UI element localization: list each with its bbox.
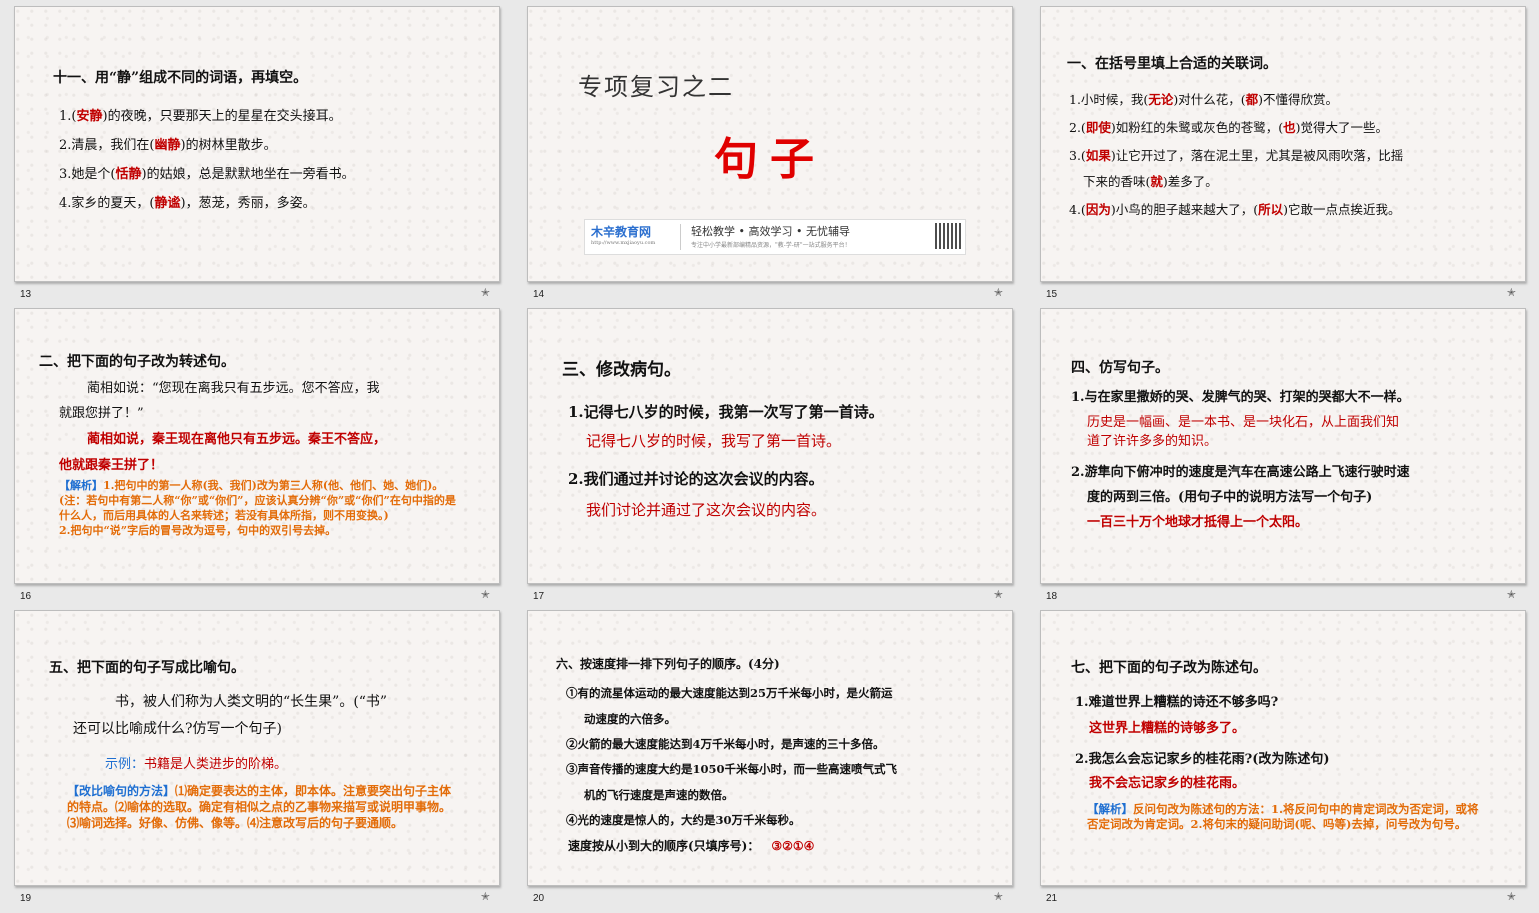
question-line: 2.我们通过并讨论的这次会议的内容。 bbox=[568, 470, 824, 488]
qr-code-icon bbox=[935, 223, 961, 249]
answer-line: 我不会忘记家乡的桂花雨。 bbox=[1089, 776, 1246, 791]
transition-star-icon: ✭ bbox=[1506, 890, 1516, 903]
sentence-line: ②火箭的最大速度能达到4万千米每小时，是声速的三十多倍。 bbox=[566, 737, 885, 751]
slide-thumb-16[interactable]: 二、把下面的句子改为转述句。 蔺相如说：“您现在离我只有五步远。您不答应，我 就… bbox=[14, 308, 500, 602]
question-line: 就跟您拼了！” bbox=[59, 406, 144, 421]
question-line: 1.小时候，我(无论)对什么花，(都)不懂得欣赏。 bbox=[1069, 92, 1338, 107]
question-line: 2.游隼向下俯冲时的速度是汽车在高速公路上飞速行驶时速 bbox=[1071, 465, 1410, 480]
slide-title: 六、按速度排一排下列句子的顺序。(4分) bbox=[556, 657, 780, 671]
slide-canvas[interactable]: 十一、用“静”组成不同的词语，再填空。 1.(安静)的夜晚，只要那天上的星星在交… bbox=[14, 6, 500, 282]
answer-line: 道了许许多多的知识。 bbox=[1087, 434, 1218, 449]
slide-number: 17 bbox=[533, 591, 545, 602]
slide-title: 四、仿写句子。 bbox=[1071, 360, 1169, 376]
answer-line: 我们讨论并通过了这次会议的内容。 bbox=[586, 501, 827, 519]
slide-canvas[interactable]: 四、仿写句子。 1.与在家里撒娇的哭、发脾气的哭、打架的哭都大不一样。 历史是一… bbox=[1040, 308, 1526, 584]
slide-title: 七、把下面的句子改为陈述句。 bbox=[1071, 660, 1267, 676]
logo-url: http://www.mxjiaoyu.com bbox=[591, 240, 656, 246]
slide-thumb-19[interactable]: 五、把下面的句子写成比喻句。 书，被人们称为人类文明的“长生果”。(“书” 还可… bbox=[14, 610, 500, 904]
slide-title: 五、把下面的句子写成比喻句。 bbox=[49, 660, 245, 676]
slide-number: 13 bbox=[20, 289, 32, 300]
question-line: 蔺相如说：“您现在离我只有五步远。您不答应，我 bbox=[87, 381, 380, 396]
transition-star-icon: ✭ bbox=[480, 286, 490, 299]
slide-number: 21 bbox=[1046, 893, 1058, 904]
slide-title: 一、在括号里填上合适的关联词。 bbox=[1067, 56, 1277, 72]
slide-thumb-13[interactable]: 十一、用“静”组成不同的词语，再填空。 1.(安静)的夜晚，只要那天上的星星在交… bbox=[14, 6, 500, 300]
answer-line: 蔺相如说，秦王现在离他只有五步远。秦王不答应， bbox=[87, 432, 387, 447]
question-line: 1.与在家里撒娇的哭、发脾气的哭、打架的哭都大不一样。 bbox=[1071, 390, 1410, 405]
slide-title: 二、把下面的句子改为转述句。 bbox=[39, 354, 235, 370]
slogan: 轻松教学 • 高效学习 • 无忧辅导 bbox=[691, 225, 850, 238]
slide-thumb-17[interactable]: 三、修改病句。 1.记得七八岁的时候，我第一次写了第一首诗。 记得七八岁的时候，… bbox=[527, 308, 1013, 602]
transition-star-icon: ✭ bbox=[1506, 588, 1516, 601]
question-line: 书，被人们称为人类文明的“长生果”。(“书” bbox=[115, 694, 388, 710]
slide-canvas[interactable]: 二、把下面的句子改为转述句。 蔺相如说：“您现在离我只有五步远。您不答应，我 就… bbox=[14, 308, 500, 584]
question-line: 2.我怎么会忘记家乡的桂花雨?(改为陈述句) bbox=[1075, 752, 1330, 767]
answer-line: 这世界上糟糕的诗够多了。 bbox=[1089, 721, 1246, 736]
sentence-line: 机的飞行速度是声速的数倍。 bbox=[584, 788, 734, 802]
slide-number: 20 bbox=[533, 893, 545, 904]
slide-canvas[interactable]: 专项复习之二 句子 木辛教育网 http://www.mxjiaoyu.com … bbox=[527, 6, 1013, 282]
transition-star-icon: ✭ bbox=[480, 588, 490, 601]
answer-line: 记得七八岁的时候，我写了第一首诗。 bbox=[586, 432, 842, 450]
slide-number: 18 bbox=[1046, 591, 1058, 602]
answer-line: 一百三十万个地球才抵得上一个太阳。 bbox=[1087, 515, 1309, 530]
question-line: 2.(即使)如粉红的朱鹭或灰色的苍鹭，(也)觉得大了一些。 bbox=[1069, 120, 1388, 135]
example-line: 示例：书籍是人类进步的阶梯。 bbox=[105, 757, 288, 772]
transition-star-icon: ✭ bbox=[993, 286, 1003, 299]
slide-thumb-21[interactable]: 七、把下面的句子改为陈述句。 1.难道世界上糟糕的诗还不够多吗? 这世界上糟糕的… bbox=[1040, 610, 1526, 904]
slide-number: 14 bbox=[533, 289, 545, 300]
question-line: 度的两到三倍。(用句子中的说明方法写一个句子) bbox=[1087, 490, 1373, 505]
slide-canvas[interactable]: 六、按速度排一排下列句子的顺序。(4分) ①有的流星体运动的最大速度能达到25万… bbox=[527, 610, 1013, 886]
divider bbox=[680, 224, 681, 250]
transition-star-icon: ✭ bbox=[480, 890, 490, 903]
question-line: 4.家乡的夏天，(静谧)，葱茏，秀丽，多姿。 bbox=[59, 196, 316, 211]
slide-title: 十一、用“静”组成不同的词语，再填空。 bbox=[53, 70, 308, 86]
question-line: 还可以比喻成什么?仿写一个句子) bbox=[73, 721, 282, 737]
transition-star-icon: ✭ bbox=[993, 890, 1003, 903]
order-question: 速度按从小到大的顺序(只填序号)： ③②①④ bbox=[568, 839, 815, 853]
transition-star-icon: ✭ bbox=[1506, 286, 1516, 299]
transition-star-icon: ✭ bbox=[993, 588, 1003, 601]
question-line: 1.(安静)的夜晚，只要那天上的星星在交头接耳。 bbox=[59, 109, 342, 124]
slide-number: 15 bbox=[1046, 289, 1058, 300]
slide-number: 19 bbox=[20, 893, 32, 904]
question-line: 3.她是个(恬静)的姑娘，总是默默地坐在一旁看书。 bbox=[59, 167, 355, 182]
tagline: 专注中小学最新部编精品资源，"教-学-研"一站式服务平台！ bbox=[691, 242, 851, 249]
slide-title: 三、修改病句。 bbox=[562, 360, 681, 380]
question-line: 1.记得七八岁的时候，我第一次写了第一首诗。 bbox=[568, 403, 884, 421]
footer-banner: 木辛教育网 http://www.mxjiaoyu.com 轻松教学 • 高效学… bbox=[584, 219, 966, 255]
slide-canvas[interactable]: 三、修改病句。 1.记得七八岁的时候，我第一次写了第一首诗。 记得七八岁的时候，… bbox=[527, 308, 1013, 584]
analysis-note: 【解析】反问句改为陈述句的方法：1.将反问句中的肯定词改为否定词，或将否定词改为… bbox=[1087, 802, 1479, 831]
sentence-line: ③声音传播的速度大约是1050千米每小时，而一些高速喷气式飞 bbox=[566, 762, 898, 776]
logo-text: 木辛教育网 bbox=[591, 225, 652, 239]
slide-canvas[interactable]: 五、把下面的句子写成比喻句。 书，被人们称为人类文明的“长生果”。(“书” 还可… bbox=[14, 610, 500, 886]
slide-canvas[interactable]: 七、把下面的句子改为陈述句。 1.难道世界上糟糕的诗还不够多吗? 这世界上糟糕的… bbox=[1040, 610, 1526, 886]
sentence-line: ④光的速度是惊人的，大约是30万千米每秒。 bbox=[566, 813, 801, 827]
question-line: 1.难道世界上糟糕的诗还不够多吗? bbox=[1075, 695, 1279, 710]
question-line: 3.(如果)让它开过了，落在泥土里，尤其是被风雨吹落，比摇 bbox=[1069, 148, 1404, 163]
slide-thumb-20[interactable]: 六、按速度排一排下列句子的顺序。(4分) ①有的流星体运动的最大速度能达到25万… bbox=[527, 610, 1013, 904]
sentence-line: 动速度的六倍多。 bbox=[584, 712, 676, 726]
answer-line: 历史是一幅画、是一本书、是一块化石，从上面我们知 bbox=[1087, 415, 1400, 430]
slide-thumb-15[interactable]: 一、在括号里填上合适的关联词。 1.小时候，我(无论)对什么花，(都)不懂得欣赏… bbox=[1040, 6, 1526, 300]
answer-line: 他就跟秦王拼了！ bbox=[59, 458, 164, 473]
sentence-line: ①有的流星体运动的最大速度能达到25万千米每小时，是火箭运 bbox=[566, 686, 893, 700]
analysis-note: 【解析】1.把句中的第一人称(我、我们)改为第三人称(他、他们、她、她们)。(注… bbox=[59, 479, 456, 537]
slide-number: 16 bbox=[20, 591, 32, 602]
question-line: 下来的香味(就)差多了。 bbox=[1083, 174, 1218, 189]
question-line: 2.清晨，我们在(幽静)的树林里散步。 bbox=[59, 138, 277, 153]
slide-thumb-18[interactable]: 四、仿写句子。 1.与在家里撒娇的哭、发脾气的哭、打架的哭都大不一样。 历史是一… bbox=[1040, 308, 1526, 602]
question-line: 4.(因为)小鸟的胆子越来越大了，(所以)它敢一点点挨近我。 bbox=[1069, 202, 1401, 217]
section-title: 句子 bbox=[714, 134, 826, 185]
slide-thumb-14[interactable]: 专项复习之二 句子 木辛教育网 http://www.mxjiaoyu.com … bbox=[527, 6, 1013, 300]
method-note: 【改比喻句的方法】⑴确定要表达的主体，即本体。注意要突出句子主体的特点。⑵喻体的… bbox=[67, 784, 452, 830]
section-subtitle: 专项复习之二 bbox=[578, 73, 734, 101]
slide-canvas[interactable]: 一、在括号里填上合适的关联词。 1.小时候，我(无论)对什么花，(都)不懂得欣赏… bbox=[1040, 6, 1526, 282]
